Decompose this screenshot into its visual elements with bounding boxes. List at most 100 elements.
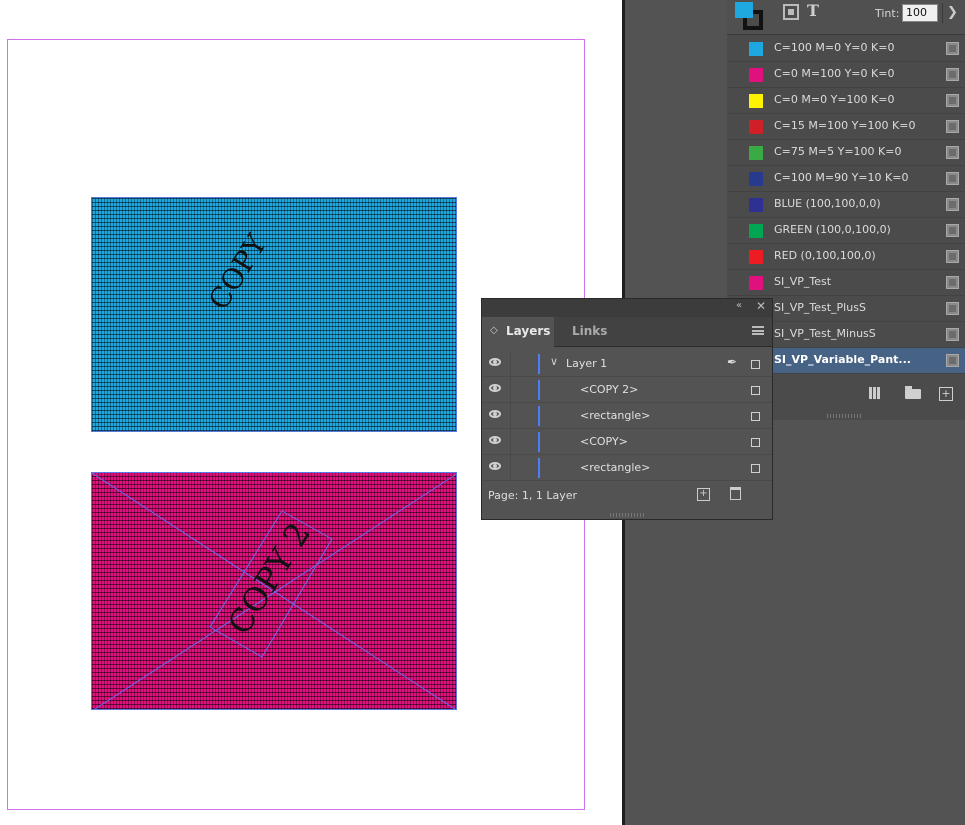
process-color-icon	[946, 302, 959, 315]
swatch-name: C=15 M=100 Y=100 K=0	[774, 119, 916, 132]
swatch-name: SI_VP_Variable_Pant...	[774, 353, 911, 366]
tab-links[interactable]: Links	[554, 317, 620, 347]
layer-item-name: <COPY>	[580, 435, 628, 448]
layer-row-item[interactable]: <rectangle>	[482, 455, 772, 481]
new-layer-icon[interactable]: +	[697, 488, 710, 501]
page-layer-info: Page: 1, 1 Layer	[488, 489, 577, 502]
swatch-row[interactable]: GREEN (100,0,100,0)	[727, 218, 965, 244]
swatch-color-chip	[749, 146, 763, 160]
process-color-icon	[946, 94, 959, 107]
process-color-icon	[946, 198, 959, 211]
swatch-row[interactable]: RED (0,100,100,0)	[727, 244, 965, 270]
lock-cell[interactable]	[510, 429, 511, 455]
swatch-color-chip	[749, 172, 763, 186]
formatting-container-icon[interactable]	[783, 4, 799, 20]
collapse-icon[interactable]: «	[736, 300, 742, 311]
close-icon[interactable]: ✕	[756, 299, 766, 313]
folder-icon[interactable]	[905, 386, 921, 399]
layer-row-layer-1[interactable]: ∨ Layer 1 ✒	[482, 351, 772, 377]
process-color-icon	[946, 328, 959, 341]
pattern-overlay	[92, 198, 456, 431]
selection-target-icon[interactable]	[751, 464, 760, 473]
swatch-name: C=75 M=5 Y=100 K=0	[774, 145, 902, 158]
tab-arrow-icon: ◇	[490, 325, 498, 336]
eye-icon[interactable]	[489, 358, 501, 366]
swatch-row[interactable]: C=0 M=0 Y=100 K=0	[727, 88, 965, 114]
layer-name: Layer 1	[566, 357, 608, 370]
swatch-row[interactable]: SI_VP_Test	[727, 270, 965, 296]
lock-cell[interactable]	[510, 403, 511, 429]
selection-target-icon[interactable]	[751, 412, 760, 421]
swatches-toolbar: T Tint: 100 ❯	[727, 0, 965, 35]
lock-cell[interactable]	[510, 455, 511, 481]
process-color-icon	[946, 68, 959, 81]
swatch-name: C=0 M=0 Y=100 K=0	[774, 93, 895, 106]
process-color-icon	[946, 250, 959, 263]
swatch-color-chip	[749, 224, 763, 238]
swatch-name: SI_VP_Test	[774, 275, 832, 288]
swatch-name: SI_VP_Test_MinusS	[774, 327, 876, 340]
layer-color-bar	[538, 354, 540, 374]
swatch-name: SI_VP_Test_PlusS	[774, 301, 866, 314]
layer-color-bar	[538, 380, 540, 400]
swatch-color-chip	[749, 198, 763, 212]
layer-list: ∨ Layer 1 ✒ <COPY 2> <rectangle> <COPY>	[482, 351, 772, 481]
swatch-row[interactable]: C=75 M=5 Y=100 K=0	[727, 140, 965, 166]
copy-frame-magenta[interactable]: COPY 2	[91, 472, 457, 710]
swatch-name: C=0 M=100 Y=0 K=0	[774, 67, 895, 80]
panel-menu-icon[interactable]	[752, 326, 764, 335]
selection-target-icon[interactable]	[751, 438, 760, 447]
swatch-row[interactable]: C=15 M=100 Y=100 K=0	[727, 114, 965, 140]
selection-target-icon[interactable]	[751, 360, 760, 369]
process-color-icon	[946, 42, 959, 55]
swatch-name: GREEN (100,0,100,0)	[774, 223, 891, 236]
layer-item-name: <COPY 2>	[580, 383, 639, 396]
tint-input[interactable]: 100	[902, 4, 938, 22]
selection-target-icon[interactable]	[751, 386, 760, 395]
layer-row-item[interactable]: <COPY 2>	[482, 377, 772, 403]
swatch-color-chip	[749, 250, 763, 264]
process-color-icon	[946, 276, 959, 289]
resize-grip[interactable]	[827, 414, 863, 418]
layers-panel: « ✕ ◇ Layers Links ∨ Layer 1 ✒ <COPY 2>	[481, 298, 773, 520]
chevron-down-icon[interactable]: ∨	[550, 355, 558, 368]
tab-label: Links	[572, 324, 608, 338]
copy-frame-cyan[interactable]: COPY	[91, 197, 457, 432]
fill-stroke-icon[interactable]	[735, 2, 763, 30]
process-color-icon	[946, 120, 959, 133]
process-color-icon	[946, 146, 959, 159]
layer-color-bar	[538, 406, 540, 426]
swatch-row[interactable]: C=0 M=100 Y=0 K=0	[727, 62, 965, 88]
eye-icon[interactable]	[489, 436, 501, 444]
panel-titlebar[interactable]: « ✕	[482, 299, 772, 317]
tab-label: Layers	[506, 324, 551, 338]
swatch-color-chip	[749, 42, 763, 56]
trash-icon[interactable]	[730, 487, 741, 500]
swatch-color-chip	[749, 120, 763, 134]
layer-row-item[interactable]: <COPY>	[482, 429, 772, 455]
new-swatch-icon[interactable]: +	[939, 387, 953, 401]
swatch-color-chip	[749, 276, 763, 290]
eye-icon[interactable]	[489, 462, 501, 470]
tint-label: Tint:	[875, 7, 900, 20]
swatch-name: C=100 M=0 Y=0 K=0	[774, 41, 895, 54]
lock-cell[interactable]	[510, 351, 511, 377]
fill-swatch[interactable]	[735, 2, 753, 18]
lock-cell[interactable]	[510, 377, 511, 403]
swatch-row[interactable]: C=100 M=90 Y=10 K=0	[727, 166, 965, 192]
tab-layers[interactable]: ◇ Layers	[482, 317, 554, 347]
swatch-name: BLUE (100,100,0,0)	[774, 197, 881, 210]
formatting-text-icon[interactable]: T	[807, 1, 819, 20]
process-color-icon	[946, 354, 959, 367]
layer-item-name: <rectangle>	[580, 409, 651, 422]
eye-icon[interactable]	[489, 410, 501, 418]
swatch-row[interactable]: C=100 M=0 Y=0 K=0	[727, 36, 965, 62]
eye-icon[interactable]	[489, 384, 501, 392]
swatch-row[interactable]: BLUE (100,100,0,0)	[727, 192, 965, 218]
show-swatch-kinds-icon[interactable]	[869, 387, 881, 399]
process-color-icon	[946, 172, 959, 185]
tint-arrow-icon[interactable]: ❯	[942, 3, 962, 23]
layer-row-item[interactable]: <rectangle>	[482, 403, 772, 429]
resize-grip[interactable]	[610, 513, 646, 517]
layer-color-bar	[538, 432, 540, 452]
